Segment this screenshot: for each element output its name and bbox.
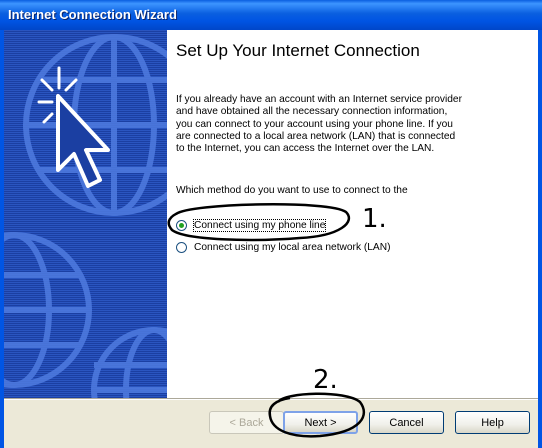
next-button-label: Next > xyxy=(304,416,337,429)
wizard-window: Internet Connection Wizard Set Up Your I… xyxy=(0,0,542,448)
window-title: Internet Connection Wizard xyxy=(8,7,177,22)
help-button-label: Help xyxy=(481,416,504,429)
help-button[interactable]: Help xyxy=(455,411,530,434)
option-lan[interactable]: Connect using my local area network (LAN… xyxy=(176,240,390,254)
next-button[interactable]: Next > xyxy=(283,411,358,434)
title-bar[interactable]: Internet Connection Wizard xyxy=(0,0,542,30)
cancel-button-label: Cancel xyxy=(389,416,424,429)
page-title: Set Up Your Internet Connection xyxy=(176,41,420,60)
button-separator xyxy=(4,398,538,400)
back-button-label: < Back xyxy=(229,416,264,429)
radio-phone-line[interactable] xyxy=(176,219,187,231)
option-lan-label[interactable]: Connect using my local area network (LAN… xyxy=(194,242,390,253)
wizard-side-image xyxy=(4,30,167,398)
description-text: If you already have an account with an I… xyxy=(176,94,462,155)
window-frame-right xyxy=(538,30,542,448)
cancel-button[interactable]: Cancel xyxy=(369,411,444,434)
wizard-content: Set Up Your Internet Connection If you a… xyxy=(167,30,538,398)
option-phone-line-label[interactable]: Connect using my phone line xyxy=(192,218,327,232)
radio-lan[interactable] xyxy=(176,241,187,253)
back-button[interactable]: < Back xyxy=(209,411,284,434)
option-phone-line[interactable]: Connect using my phone line xyxy=(176,218,327,232)
question-text: Which method do you want to use to conne… xyxy=(176,185,408,196)
globe-cursor-illustration xyxy=(4,30,167,398)
